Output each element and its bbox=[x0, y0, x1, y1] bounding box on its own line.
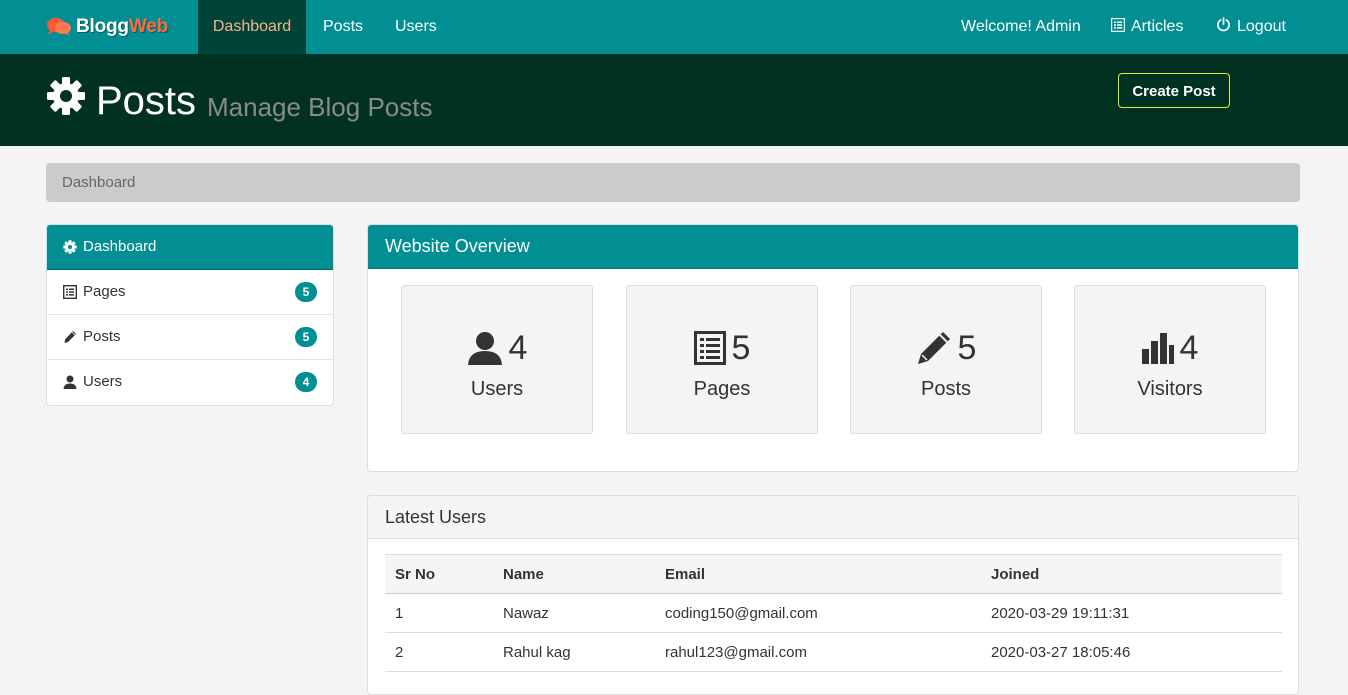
nav-dashboard[interactable]: Dashboard bbox=[198, 0, 306, 54]
brand-name: Blogg bbox=[76, 16, 129, 37]
stat-label: Visitors bbox=[1137, 378, 1203, 400]
table-cell: rahul123@gmail.com bbox=[655, 632, 981, 672]
count-badge: 4 bbox=[295, 372, 317, 392]
stat-label: Posts bbox=[920, 378, 972, 400]
count-badge: 5 bbox=[295, 282, 317, 302]
table-cell: coding150@gmail.com bbox=[655, 593, 981, 633]
column-header: Joined bbox=[981, 554, 1282, 594]
nav-articles[interactable]: Articles bbox=[1111, 0, 1183, 54]
sidebar-item-label: Posts bbox=[83, 328, 121, 345]
stat-card-posts: 5 Posts bbox=[850, 285, 1042, 434]
stat-label: Users bbox=[470, 378, 524, 400]
bar-chart-icon bbox=[1141, 333, 1174, 364]
list-icon bbox=[63, 285, 77, 299]
sidebar: Dashboard Pages 5 Posts 5 Users 4 bbox=[46, 224, 334, 406]
sidebar-item-pages[interactable]: Pages 5 bbox=[47, 270, 333, 315]
table-cell: 2020-03-27 18:05:46 bbox=[981, 632, 1282, 672]
breadcrumb-item-dashboard[interactable]: Dashboard bbox=[62, 174, 135, 191]
table-row: 1 Nawaz coding150@gmail.com 2020-03-29 1… bbox=[385, 593, 1282, 633]
column-header: Email bbox=[655, 554, 981, 594]
stat-card-visitors: 4 Visitors bbox=[1074, 285, 1266, 434]
nav-logout[interactable]: Logout bbox=[1216, 0, 1286, 54]
column-header: Sr No bbox=[385, 554, 493, 594]
nav-logout-label: Logout bbox=[1237, 18, 1286, 35]
table-header-row: Sr No Name Email Joined bbox=[385, 554, 1282, 594]
table-cell: Rahul kag bbox=[493, 632, 655, 672]
page-title: Posts bbox=[96, 79, 197, 123]
panel-title: Website Overview bbox=[368, 225, 1298, 269]
website-overview-panel: Website Overview 4 Users 5 Pages 5 Posts… bbox=[367, 224, 1299, 472]
page-subtitle: Manage Blog Posts bbox=[207, 92, 433, 122]
sidebar-item-label: Dashboard bbox=[83, 238, 157, 255]
user-icon bbox=[63, 375, 77, 389]
stat-count: 5 bbox=[731, 329, 751, 367]
list-icon bbox=[1111, 17, 1125, 32]
breadcrumb: Dashboard bbox=[46, 163, 1300, 202]
nav-posts[interactable]: Posts bbox=[323, 0, 363, 54]
table-cell: Nawaz bbox=[493, 593, 655, 633]
chat-bubbles-icon bbox=[47, 18, 71, 36]
stat-count: 5 bbox=[957, 329, 977, 367]
nav-users[interactable]: Users bbox=[395, 0, 437, 54]
brand-name-accent: Web bbox=[128, 16, 168, 37]
latest-users-panel: Latest Users Sr No Name Email Joined 1 N… bbox=[367, 495, 1299, 695]
create-post-button[interactable]: Create Post bbox=[1118, 73, 1230, 108]
sidebar-item-label: Users bbox=[83, 373, 123, 390]
stat-count: 4 bbox=[1179, 329, 1199, 367]
gear-icon bbox=[63, 240, 77, 254]
list-icon bbox=[693, 331, 726, 365]
table-cell: 2020-03-29 19:11:31 bbox=[981, 593, 1282, 633]
power-icon bbox=[1217, 17, 1230, 32]
column-header: Name bbox=[493, 554, 655, 594]
sidebar-item-users[interactable]: Users 4 bbox=[47, 360, 333, 405]
pencil-icon bbox=[917, 332, 950, 364]
table-row: 2 Rahul kag rahul123@gmail.com 2020-03-2… bbox=[385, 632, 1282, 672]
nav-welcome[interactable]: Welcome! Admin bbox=[961, 0, 1081, 54]
pencil-icon bbox=[64, 331, 76, 343]
user-icon bbox=[467, 332, 502, 365]
stat-count: 4 bbox=[508, 329, 528, 367]
brand-logo[interactable]: BloggWeb bbox=[46, 14, 168, 40]
sidebar-item-label: Pages bbox=[83, 283, 126, 300]
nav-articles-label: Articles bbox=[1131, 18, 1184, 35]
stat-card-users: 4 Users bbox=[401, 285, 593, 434]
gear-icon bbox=[47, 77, 85, 115]
stat-card-pages: 5 Pages bbox=[626, 285, 818, 434]
count-badge: 5 bbox=[295, 327, 317, 347]
sidebar-item-dashboard[interactable]: Dashboard bbox=[47, 225, 333, 270]
sidebar-item-posts[interactable]: Posts 5 bbox=[47, 315, 333, 360]
table-cell: 2 bbox=[385, 632, 493, 672]
table-cell: 1 bbox=[385, 593, 493, 633]
top-navbar: BloggWeb Dashboard Posts Users Welcome! … bbox=[0, 0, 1348, 54]
users-table: Sr No Name Email Joined 1 Nawaz coding15… bbox=[385, 554, 1282, 672]
stat-label: Pages bbox=[693, 378, 751, 400]
panel-title: Latest Users bbox=[368, 496, 1298, 539]
